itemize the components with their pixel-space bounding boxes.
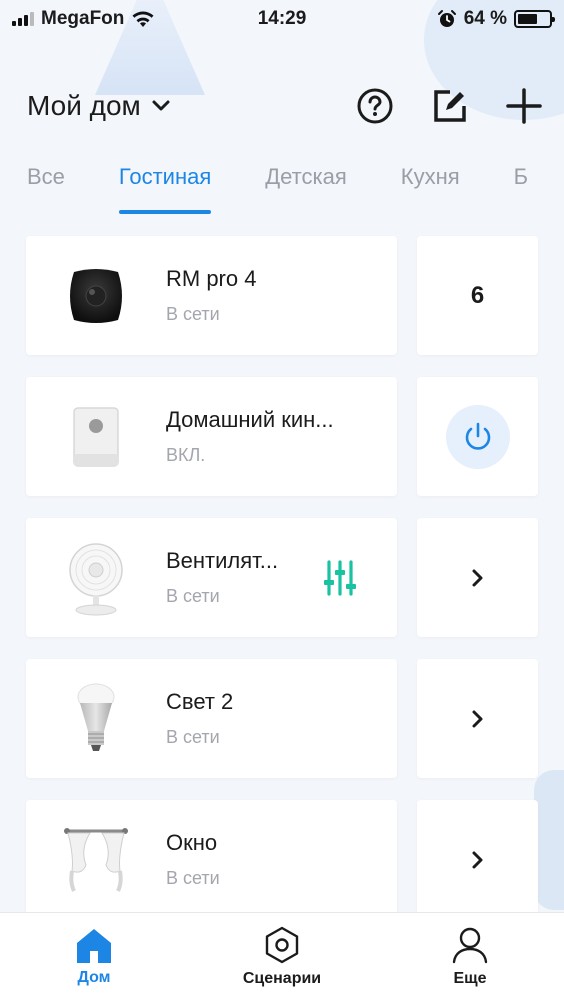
- device-name: Домашний кин...: [166, 407, 334, 432]
- chevron-right-icon: [472, 851, 482, 868]
- battery-icon: [514, 10, 555, 28]
- nav-label: Дом: [77, 968, 111, 986]
- status-right: 64 %: [437, 8, 555, 30]
- device-name: Вентилят...: [166, 548, 279, 573]
- device-card[interactable]: RM pro 4 В сети: [26, 236, 397, 355]
- battery-level: [518, 14, 538, 24]
- device-status: В сети: [166, 727, 220, 747]
- room-tabs: Все Гостиная Детская Кухня Б: [27, 158, 564, 214]
- device-status: В сети: [166, 586, 220, 606]
- chevron-down-icon: [152, 100, 170, 111]
- chevron-right-icon: [472, 569, 482, 586]
- tab-all[interactable]: Все: [27, 158, 65, 214]
- blob-decoration: [534, 770, 564, 910]
- tab-kids-room[interactable]: Детская: [265, 158, 347, 214]
- device-name: Окно: [166, 830, 218, 855]
- device-card[interactable]: Домашний кин... ВКЛ.: [26, 377, 397, 496]
- signal-icon: [12, 12, 34, 26]
- status-bar: MegaFon 14:29 64 %: [0, 0, 564, 38]
- device-card[interactable]: Вентилят... В сети: [26, 518, 397, 637]
- device-count-card[interactable]: 6: [417, 236, 538, 355]
- battery-percent: 64 %: [463, 8, 507, 29]
- device-status: ВКЛ.: [166, 445, 206, 465]
- device-name: RM pro 4: [166, 266, 257, 291]
- carrier-name: MegaFon: [41, 8, 125, 29]
- device-open-card[interactable]: [417, 800, 538, 919]
- device-card[interactable]: Окно В сети: [26, 800, 397, 919]
- edit-icon[interactable]: [432, 88, 468, 124]
- device-info: RM pro 4 В сети: [166, 266, 256, 325]
- device-row: Домашний кин... ВКЛ.: [26, 377, 538, 496]
- nav-more[interactable]: Еще: [395, 926, 545, 988]
- device-open-card[interactable]: [417, 659, 538, 778]
- device-open-card[interactable]: [417, 518, 538, 637]
- device-row: Окно В сети: [26, 800, 538, 919]
- curtain-icon: [26, 800, 166, 919]
- power-card: [417, 377, 538, 496]
- device-status: В сети: [166, 304, 220, 324]
- home-selector[interactable]: Мой дом: [27, 90, 171, 122]
- scenes-icon: [265, 926, 299, 963]
- smart-plug-icon: [26, 377, 166, 496]
- chevron-right-icon: [472, 710, 482, 727]
- device-info: Окно В сети: [166, 830, 220, 889]
- wifi-icon: [132, 11, 154, 27]
- tab-kitchen[interactable]: Кухня: [401, 158, 460, 214]
- device-row: Свет 2 В сети: [26, 659, 538, 778]
- remote-hub-icon: [26, 236, 166, 355]
- device-info: Вентилят... В сети: [166, 548, 278, 607]
- device-info: Домашний кин... ВКЛ.: [166, 407, 334, 466]
- device-status: В сети: [166, 868, 220, 888]
- nav-scenes[interactable]: Сценарии: [207, 926, 357, 988]
- status-left: MegaFon: [12, 8, 155, 30]
- device-count: 6: [470, 281, 485, 309]
- tab-partial[interactable]: Б: [514, 158, 528, 214]
- help-icon[interactable]: [356, 87, 394, 125]
- alarm-icon: [437, 10, 456, 27]
- profile-icon: [452, 927, 488, 963]
- sliders-icon[interactable]: [323, 560, 357, 596]
- bottom-navigation: Дом Сценарии Еще: [0, 912, 564, 1000]
- device-name: Свет 2: [166, 689, 234, 714]
- nav-label: Сценарии: [242, 969, 322, 987]
- home-icon: [77, 928, 111, 963]
- header-actions: [356, 87, 542, 125]
- plus-icon[interactable]: [506, 88, 542, 124]
- nav-label: Еще: [453, 969, 487, 987]
- power-button[interactable]: [445, 404, 510, 469]
- device-row: Вентилят... В сети: [26, 518, 538, 637]
- device-row: RM pro 4 В сети 6: [26, 236, 538, 355]
- header: Мой дом: [27, 80, 542, 132]
- home-title: Мой дом: [27, 90, 141, 121]
- nav-home[interactable]: Дом: [19, 927, 169, 987]
- bulb-icon: [26, 659, 166, 778]
- tab-living-room[interactable]: Гостиная: [118, 158, 212, 214]
- device-card[interactable]: Свет 2 В сети: [26, 659, 397, 778]
- fan-icon: [26, 518, 166, 637]
- power-icon: [465, 422, 490, 450]
- device-info: Свет 2 В сети: [166, 689, 233, 748]
